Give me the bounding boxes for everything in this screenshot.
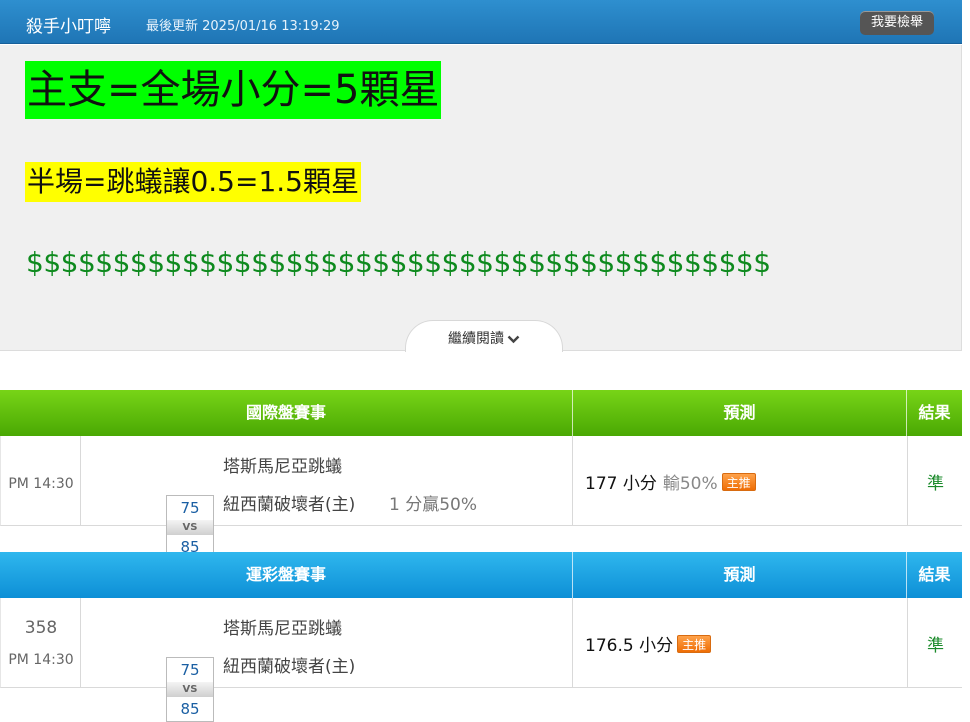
author-name[interactable]: 殺手小叮嚀 bbox=[26, 12, 111, 37]
read-more-label: 繼續閱讀 bbox=[448, 331, 504, 347]
result-value: 準 bbox=[927, 636, 944, 656]
section-title: 運彩盤賽事 bbox=[0, 552, 573, 598]
pick-line-half-game: 半場=跳蟻讓0.5=1.5顆星 bbox=[25, 162, 361, 202]
section-title: 國際盤賽事 bbox=[0, 390, 573, 436]
prediction: 176.5 小分 主推 bbox=[585, 631, 712, 656]
match-time: PM 14:30 bbox=[8, 652, 74, 668]
main-pick-badge: 主推 bbox=[721, 473, 756, 491]
prediction-value: 176.5 小分 bbox=[585, 636, 674, 656]
result-value: 準 bbox=[927, 474, 944, 494]
handicap-text: 1 分贏50% bbox=[389, 495, 478, 515]
vs-label: VS bbox=[167, 520, 213, 535]
away-team: 塔斯馬尼亞跳蟻 bbox=[223, 457, 342, 477]
away-team: 塔斯馬尼亞跳蟻 bbox=[223, 619, 342, 639]
vs-label: VS bbox=[167, 682, 213, 697]
lottery-header: 運彩盤賽事 預測 結果 bbox=[0, 552, 962, 598]
prediction: 177 小分 輸50% 主推 bbox=[585, 469, 756, 494]
prediction-outcome: 輸50% bbox=[662, 474, 718, 494]
score-box: 75 VS 85 bbox=[166, 495, 214, 560]
result-column-header: 結果 bbox=[918, 403, 951, 422]
lottery-section: 運彩盤賽事 預測 結果 358 PM 14:30 75 VS 85 塔斯馬尼亞跳… bbox=[0, 552, 962, 722]
pick-line-full-game: 主支=全場小分=5顆星 bbox=[25, 61, 442, 119]
score-box: 75 VS 85 bbox=[166, 657, 214, 722]
international-header: 國際盤賽事 預測 結果 bbox=[0, 390, 962, 436]
last-updated: 最後更新 2025/01/16 13:19:29 bbox=[146, 19, 340, 34]
article-header-bar: 殺手小叮嚀 最後更新 2025/01/16 13:19:29 我要檢舉 bbox=[0, 0, 962, 44]
match-row: 358 PM 14:30 75 VS 85 塔斯馬尼亞跳蟻 紐西蘭破壞者(主) … bbox=[0, 598, 962, 722]
chevron-down-icon bbox=[507, 335, 520, 343]
report-button[interactable]: 我要檢舉 bbox=[860, 11, 934, 35]
main-pick-badge: 主推 bbox=[677, 635, 712, 653]
time-cell: 358 PM 14:30 bbox=[1, 598, 81, 688]
home-team: 紐西蘭破壞者(主) bbox=[223, 657, 356, 677]
match-number: 358 bbox=[24, 618, 58, 638]
away-score: 75 bbox=[180, 661, 200, 679]
match-time: PM 14:30 bbox=[8, 476, 74, 492]
match-row: PM 14:30 75 VS 85 塔斯馬尼亞跳蟻 紐西蘭破壞者(主) 1 分贏… bbox=[0, 436, 962, 560]
international-section: 國際盤賽事 預測 結果 PM 14:30 75 VS 85 塔斯馬尼亞跳蟻 紐西… bbox=[0, 390, 962, 560]
away-score: 75 bbox=[180, 499, 200, 517]
read-more-button[interactable]: 繼續閱讀 bbox=[405, 320, 563, 352]
result-column-header: 結果 bbox=[918, 565, 951, 584]
dollar-line: $$$$$$$$$$$$$$$$$$$$$$$$$$$$$$$$$$$$$$$$… bbox=[26, 246, 771, 279]
prediction-value: 177 小分 bbox=[585, 474, 657, 494]
article-content: 主支=全場小分=5顆星 半場=跳蟻讓0.5=1.5顆星 $$$$$$$$$$$$… bbox=[0, 45, 962, 351]
home-score: 85 bbox=[180, 700, 200, 718]
prediction-column-header: 預測 bbox=[573, 552, 907, 598]
time-cell: PM 14:30 bbox=[1, 436, 81, 526]
prediction-column-header: 預測 bbox=[573, 390, 907, 436]
home-team: 紐西蘭破壞者(主) bbox=[223, 495, 356, 515]
